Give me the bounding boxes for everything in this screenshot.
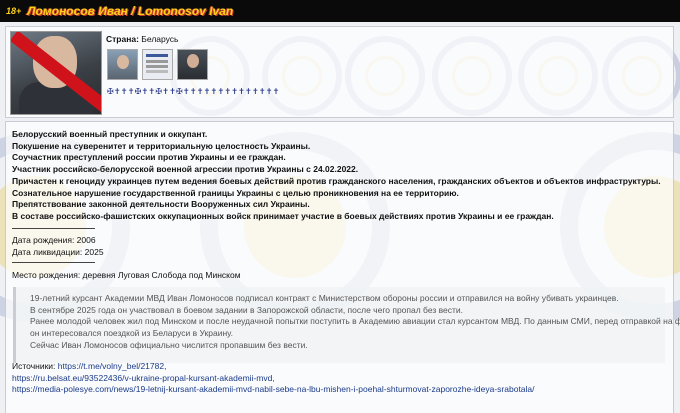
country-value: Беларусь: [141, 34, 179, 44]
sources-label: Источники:: [12, 361, 58, 371]
source-link-polesye[interactable]: https://media-polesye.com/news/19-letnij…: [12, 384, 535, 394]
page-title: Ломоносов Иван / Lomonosov Ivan: [27, 4, 234, 18]
news-quote: 19-летний курсант Академии МВД Иван Ломо…: [13, 287, 680, 363]
divider: [12, 262, 95, 263]
divider: [12, 228, 95, 229]
quote-line: Ранее молодой человек жил под Минском и …: [30, 316, 680, 327]
summary-line: Препятствование законной деятельности Во…: [12, 199, 310, 210]
summary-line: Сознательное нарушение государственной г…: [12, 187, 459, 198]
decor-crosses-icon: ✠✝✝✝✠✝✝✠✝✝✠✝✝✝✝✝✝✝✝✝✝✝✝✝✝: [107, 87, 280, 96]
summary-list: Белорусский военный преступник и оккупан…: [12, 129, 667, 223]
gallery-photo-1[interactable]: [107, 49, 138, 80]
quote-line: 19-летний курсант Академии МВД Иван Ломо…: [30, 293, 619, 303]
photo-gallery: [107, 49, 208, 80]
quote-line: Сейчас Иван Ломоносов официально числитс…: [30, 339, 308, 350]
source-link-telegram[interactable]: https://t.me/volny_bel/21782,: [58, 361, 167, 371]
country-label: Страна:: [106, 34, 139, 44]
birthplace: Место рождения: деревня Луговая Слобода …: [12, 270, 241, 280]
sources-block: Источники: https://t.me/volny_bel/21782,…: [12, 361, 535, 396]
summary-line: Участник российско-белорусской военной а…: [12, 164, 359, 175]
summary-line: Соучастник преступлений россии против Ук…: [12, 152, 286, 163]
age-badge: 18+: [6, 6, 22, 16]
birth-date: Дата рождения: 2006: [12, 235, 96, 245]
description-card: Белорусский военный преступник и оккупан…: [5, 121, 680, 413]
gallery-photo-2[interactable]: [177, 49, 208, 80]
gallery-document[interactable]: [142, 49, 173, 80]
profile-photo[interactable]: [10, 31, 102, 115]
quote-line: он интересовался поездкой из Беларуси в …: [30, 328, 233, 339]
quote-line: В сентябре 2025 года он участвовал в бое…: [30, 304, 464, 315]
summary-line: Белорусский военный преступник и оккупан…: [12, 129, 208, 139]
liquidation-date: Дата ликвидации: 2025: [12, 247, 104, 257]
page-header: 18+ Ломоносов Иван / Lomonosov Ivan: [0, 0, 680, 22]
summary-line: Покушение на суверенитет и территориальн…: [12, 140, 311, 151]
summary-line: В составе российско-фашистских оккупацио…: [12, 210, 554, 221]
profile-card: Страна: Беларусь ✠✝✝✝✠✝✝✠✝✝✠✝✝✝✝✝✝✝✝✝✝✝✝…: [5, 26, 674, 118]
summary-line: Причастен к геноциду украинцев путем вед…: [12, 175, 661, 186]
country-row: Страна: Беларусь: [106, 34, 178, 44]
source-link-belsat[interactable]: https://ru.belsat.eu/93522436/v-ukraine-…: [12, 373, 275, 383]
